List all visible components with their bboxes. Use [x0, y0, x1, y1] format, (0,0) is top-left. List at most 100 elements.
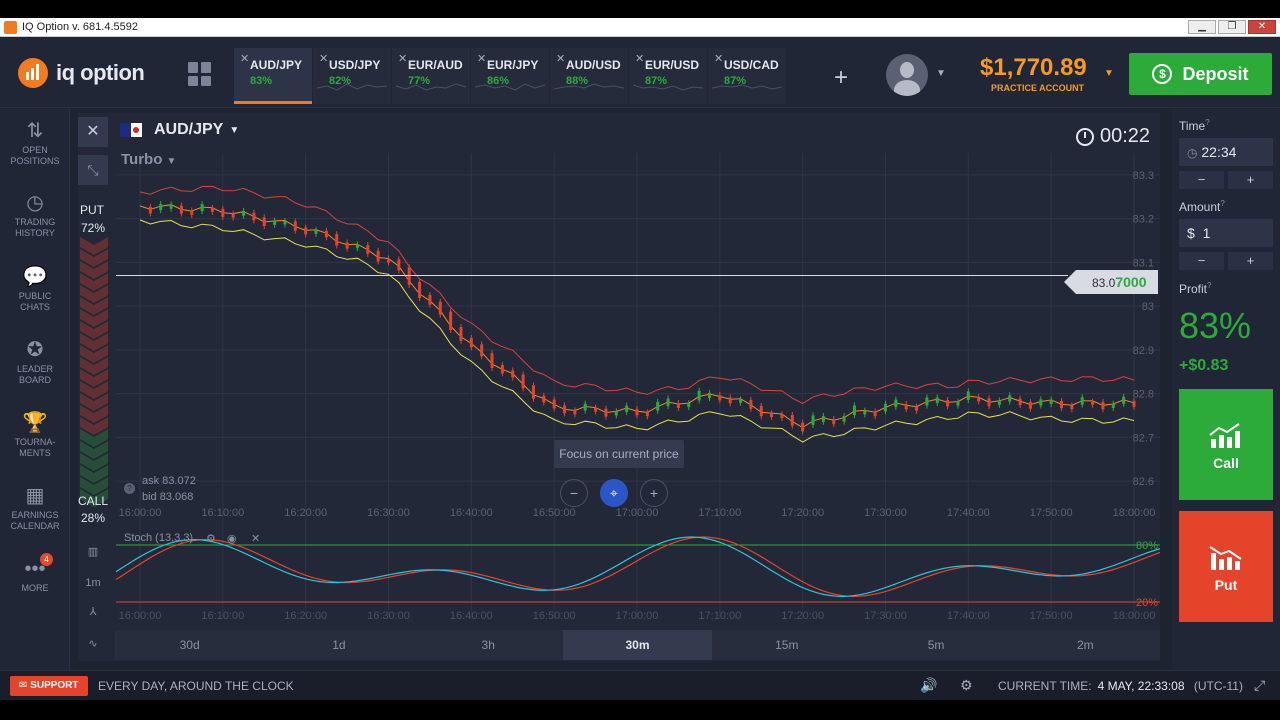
- y-tick-label: 83.3: [1133, 170, 1154, 182]
- eye-icon[interactable]: ◉: [227, 532, 237, 545]
- price-chart[interactable]: 16:00:00 16:00:00 16:10:00 16:10:00 16:20:00…: [78, 113, 1160, 661]
- footer-slogan: EVERY DAY, AROUND THE CLOCK: [98, 679, 294, 693]
- candle-body: [739, 399, 743, 403]
- tab-aud-usd[interactable]: ✕ AUD/USD 88%: [550, 48, 628, 104]
- zoom-in-button[interactable]: +: [640, 479, 668, 507]
- close-window-button[interactable]: ✕: [1248, 20, 1276, 34]
- candle-timeframe[interactable]: 1m: [78, 577, 108, 589]
- tab-eur-usd[interactable]: ✕ EUR/USD 87%: [629, 48, 707, 104]
- add-tab-button[interactable]: +: [834, 64, 848, 92]
- sidebar-item-trading-history[interactable]: ◷ TRADING HISTORY: [0, 189, 70, 239]
- put-button[interactable]: Put: [1179, 511, 1273, 622]
- focus-current-price-button[interactable]: ⌖: [600, 479, 628, 507]
- chevron-down-icon[interactable]: ▼: [936, 68, 946, 79]
- tab-close-icon[interactable]: ✕: [398, 52, 407, 65]
- deposit-label: Deposit: [1182, 63, 1249, 84]
- candle-body: [324, 230, 328, 238]
- candle-body: [687, 403, 691, 408]
- candle-body: [531, 385, 535, 399]
- mode-selector[interactable]: Turbo ▼: [121, 151, 176, 168]
- sidebar-item-leader-board[interactable]: ✪ LEADER BOARD: [0, 336, 70, 386]
- tab-close-icon[interactable]: ✕: [714, 52, 723, 65]
- gear-icon[interactable]: ⚙: [206, 532, 216, 545]
- chart-type-icon[interactable]: ▥: [78, 545, 108, 558]
- current-time-label: CURRENT TIME:: [998, 679, 1092, 693]
- history-icon: ◷: [26, 192, 44, 214]
- y-tick-label: 83: [1142, 301, 1154, 313]
- indicators-icon[interactable]: ∿: [78, 637, 108, 650]
- footer: ✉ SUPPORT EVERY DAY, AROUND THE CLOCK 🔊 …: [0, 670, 1280, 700]
- candle-body: [1101, 401, 1105, 410]
- time-label: Time?: [1179, 118, 1210, 133]
- tab-eur-aud[interactable]: ✕ EUR/AUD 77%: [392, 48, 470, 104]
- tab-close-icon[interactable]: ✕: [477, 52, 486, 65]
- sidebar-item-label: PUBLIC CHATS: [18, 291, 52, 312]
- tab-close-icon[interactable]: ✕: [319, 52, 328, 65]
- logo-icon: [18, 58, 48, 88]
- call-button[interactable]: Call: [1179, 389, 1273, 500]
- candle-body: [780, 414, 784, 419]
- tab-close-icon[interactable]: ✕: [635, 52, 644, 65]
- period-30m[interactable]: 30m: [562, 630, 713, 660]
- candle-body: [480, 344, 484, 357]
- shrink-icon[interactable]: ⤡: [78, 155, 108, 185]
- time-minus-button[interactable]: −: [1179, 171, 1224, 189]
- volume-icon[interactable]: 🔊: [920, 677, 937, 694]
- close-icon[interactable]: ✕: [251, 532, 260, 545]
- asset-selector[interactable]: AUD/JPY ▼: [120, 121, 239, 139]
- close-icon[interactable]: ✕: [78, 117, 108, 147]
- sidebar-item-more[interactable]: ••• 4 MORE: [0, 553, 70, 594]
- chevron-down-icon[interactable]: ▼: [1104, 68, 1114, 79]
- balance[interactable]: $1,770.89 PRACTICE ACCOUNT: [980, 54, 1087, 93]
- tab-aud-jpy[interactable]: ✕ AUD/JPY 83%: [234, 48, 312, 104]
- header: iq option ✕ AUD/JPY 83% ✕ USD/JPY 82% ✕ …: [0, 38, 1280, 108]
- candle-body: [190, 210, 194, 216]
- minimize-button[interactable]: ▁: [1188, 20, 1216, 34]
- amount-plus-button[interactable]: +: [1228, 252, 1273, 270]
- support-button[interactable]: ✉ SUPPORT: [10, 676, 88, 696]
- candle-body: [925, 397, 929, 406]
- sidebar-item-public-chats[interactable]: 💬 PUBLIC CHATS: [0, 263, 70, 313]
- tab-close-icon[interactable]: ✕: [240, 52, 249, 65]
- tab-usd-jpy[interactable]: ✕ USD/JPY 82%: [313, 48, 391, 104]
- sidebar-item-open-positions[interactable]: ⇅ OPEN POSITIONS: [0, 117, 70, 167]
- candle-body: [594, 407, 598, 412]
- candle-body: [376, 250, 380, 262]
- period-5m[interactable]: 5m: [861, 630, 1010, 660]
- period-30d[interactable]: 30d: [115, 630, 264, 660]
- period-1d[interactable]: 1d: [264, 630, 413, 660]
- sidebar-item-tournaments[interactable]: 🏆 TOURNA- MENTS: [0, 409, 70, 459]
- gear-icon[interactable]: ⚙: [960, 677, 973, 694]
- zoom-out-button[interactable]: −: [560, 479, 588, 507]
- period-3h[interactable]: 3h: [414, 630, 563, 660]
- grid-icon[interactable]: [188, 62, 212, 86]
- candle-body: [801, 422, 805, 432]
- time-plus-button[interactable]: +: [1228, 171, 1273, 189]
- tab-eur-jpy[interactable]: ✕ EUR/JPY 86%: [471, 48, 549, 104]
- chart-area[interactable]: 16:00:00 16:00:00 16:10:00 16:10:00 16:20:00…: [78, 113, 1160, 661]
- logo[interactable]: iq option: [18, 58, 145, 88]
- draw-tools-icon[interactable]: ⅄: [78, 605, 108, 618]
- maximize-button[interactable]: ❐: [1218, 20, 1246, 34]
- y-tick-label: 82.6: [1133, 476, 1154, 488]
- tab-close-icon[interactable]: ✕: [556, 52, 565, 65]
- info-icon[interactable]: ?: [124, 483, 135, 494]
- candle-body: [697, 390, 701, 401]
- tab-usd-cad[interactable]: ✕ USD/CAD 87%: [708, 48, 786, 104]
- period-2m[interactable]: 2m: [1011, 630, 1160, 660]
- current-time-value: 4 MAY, 22:33:08: [1097, 679, 1185, 693]
- period-15m[interactable]: 15m: [712, 630, 861, 660]
- balance-amount: $1,770.89: [980, 54, 1087, 81]
- x-tick-label-stoch: 16:30:00: [367, 610, 410, 622]
- fullscreen-icon[interactable]: ⤢: [1254, 677, 1265, 694]
- put-label: Put: [1214, 577, 1238, 593]
- expiry-time-field[interactable]: ◷ 22:34: [1179, 138, 1273, 166]
- avatar[interactable]: [886, 54, 928, 96]
- candle-body: [770, 413, 774, 418]
- tab-sparkline: [633, 84, 703, 91]
- amount-field[interactable]: $ 1: [1179, 219, 1273, 247]
- sidebar-item-earnings-calendar[interactable]: ▦ EARNINGS CALENDAR: [0, 482, 70, 532]
- amount-minus-button[interactable]: −: [1179, 252, 1224, 270]
- deposit-button[interactable]: $ Deposit: [1129, 53, 1272, 95]
- chart-down-icon: [1209, 546, 1242, 570]
